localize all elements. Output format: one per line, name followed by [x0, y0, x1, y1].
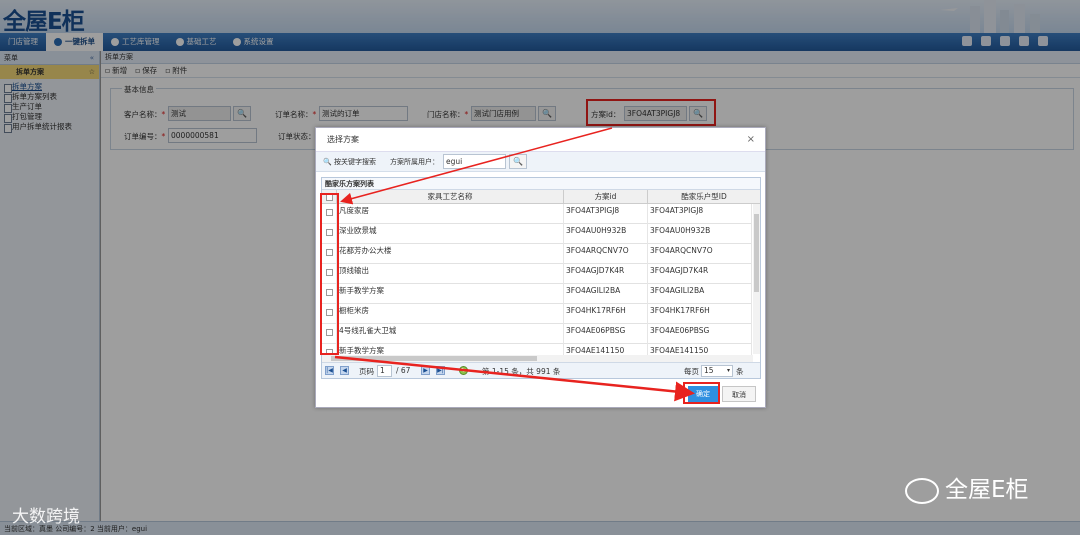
watermark-left-text: 大数跨境 — [12, 507, 80, 527]
watermark-left: 大数跨境 — [12, 502, 80, 527]
annotation-arrows — [334, 127, 695, 402]
watermark-right: 全屋E柜 — [905, 470, 1029, 504]
wechat-icon — [905, 477, 939, 504]
watermark-right-text: 全屋E柜 — [945, 477, 1029, 503]
